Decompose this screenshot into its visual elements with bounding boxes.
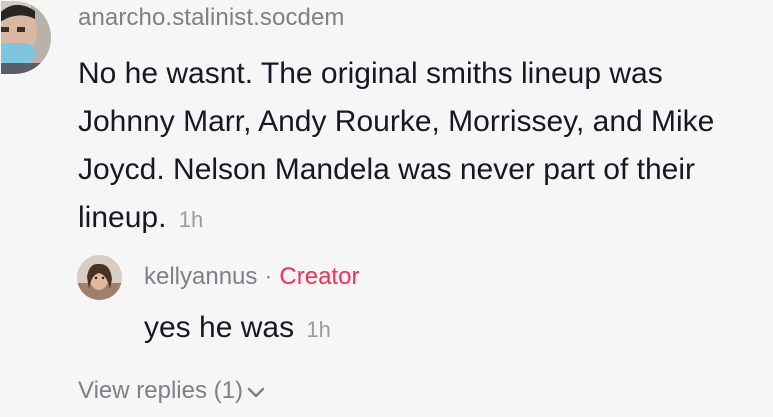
chevron-down-icon — [247, 378, 265, 406]
separator-dot: · — [264, 263, 273, 290]
reply-header: kellyannus · Creator — [144, 263, 359, 291]
reply-username[interactable]: kellyannus — [144, 263, 257, 290]
avatar[interactable] — [77, 255, 122, 300]
comment-username[interactable]: anarcho.stalinist.socdem — [78, 4, 345, 32]
creator-badge: Creator — [279, 263, 360, 290]
avatar[interactable] — [1, 1, 51, 74]
view-replies-label: View replies (1) — [78, 377, 243, 404]
view-replies-button[interactable]: View replies (1) — [78, 377, 265, 406]
comment-thread: anarcho.stalinist.socdem No he wasnt. Th… — [0, 0, 773, 417]
reply-text: yes he was 1h — [144, 311, 331, 345]
comment-text: No he wasnt. The original smiths lineup … — [78, 50, 758, 244]
comment-text-content: No he wasnt. The original smiths lineup … — [78, 57, 715, 234]
reply-text-content: yes he was — [144, 311, 295, 344]
comment-timestamp: 1h — [178, 207, 204, 232]
reply-timestamp: 1h — [306, 317, 331, 342]
